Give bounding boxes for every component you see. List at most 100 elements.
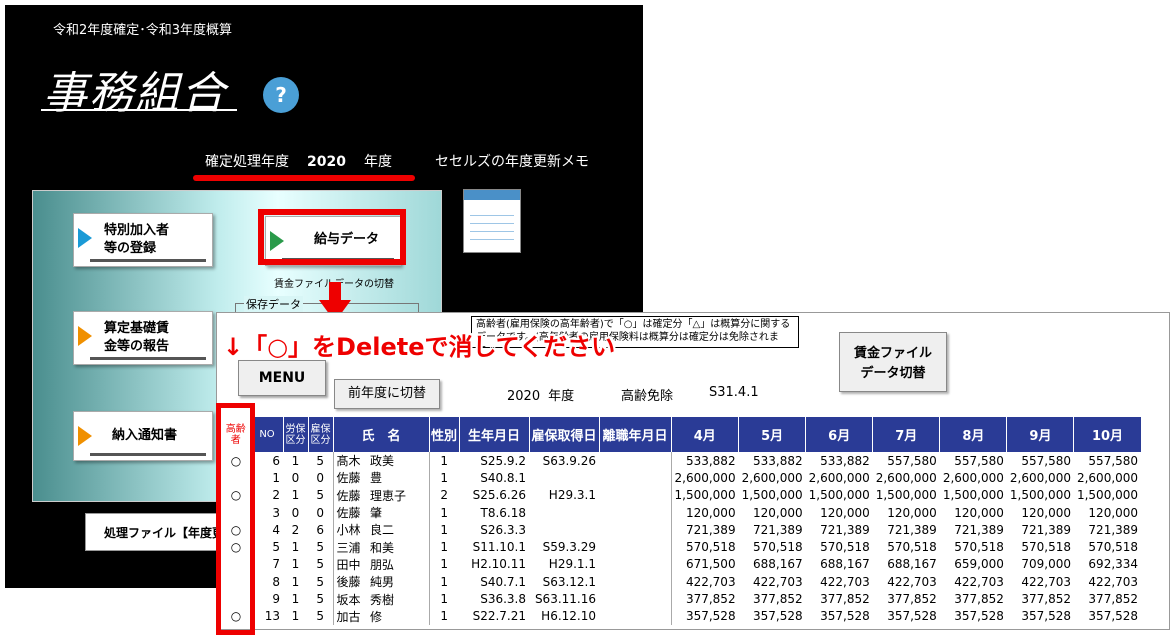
acquired-date-cell[interactable]: H6.12.10 [529, 608, 599, 625]
koho-cell[interactable]: 0 [308, 503, 334, 522]
month-salary-cell[interactable]: 422,703 [1007, 573, 1074, 590]
no-cell[interactable]: 4 [251, 521, 283, 538]
month-salary-cell[interactable]: 533,882 [671, 452, 739, 469]
left-date-cell[interactable] [599, 555, 672, 574]
birth-date-cell[interactable]: H2.10.11 [459, 556, 529, 573]
payment-notice-button[interactable]: 納入通知書 [73, 411, 213, 461]
surname-cell[interactable]: 髙木 [333, 452, 367, 469]
month-salary-cell[interactable]: 422,703 [806, 573, 873, 590]
surname-cell[interactable]: 坂本 [333, 590, 367, 607]
given-name-cell[interactable]: 和美 [367, 538, 430, 556]
given-name-cell[interactable]: 修 [367, 607, 430, 625]
surname-cell[interactable]: 後藤 [333, 573, 367, 590]
birth-date-cell[interactable]: T8.6.18 [459, 504, 529, 521]
no-cell[interactable]: 7 [251, 556, 283, 573]
given-name-cell[interactable]: 朋弘 [367, 555, 430, 574]
birth-date-cell[interactable]: S40.8.1 [459, 469, 529, 486]
month-salary-cell[interactable]: 721,389 [1007, 521, 1074, 538]
month-salary-cell[interactable]: 557,580 [1007, 452, 1074, 469]
sex-cell[interactable]: 1 [429, 538, 459, 555]
sex-cell[interactable]: 2 [429, 487, 459, 504]
given-name-cell[interactable]: 肇 [367, 503, 430, 522]
acquired-date-cell[interactable]: S59.3.29 [529, 538, 599, 555]
month-salary-cell[interactable]: 709,000 [1007, 556, 1074, 573]
month-salary-cell[interactable]: 2,600,000 [1007, 469, 1074, 486]
month-salary-cell[interactable]: 721,389 [940, 521, 1007, 538]
birth-date-cell[interactable]: S36.3.8 [459, 590, 529, 607]
month-salary-cell[interactable]: 120,000 [873, 504, 940, 521]
month-salary-cell[interactable]: 1,500,000 [940, 487, 1007, 504]
month-salary-cell[interactable]: 721,389 [1074, 521, 1141, 538]
acquired-date-cell[interactable]: H29.3.1 [529, 487, 599, 504]
month-salary-cell[interactable]: 688,167 [806, 556, 873, 573]
month-salary-cell[interactable]: 570,518 [806, 538, 873, 555]
acquired-date-cell[interactable] [529, 504, 599, 521]
menu-button[interactable]: MENU [238, 360, 326, 396]
surname-cell[interactable]: 三浦 [333, 538, 367, 555]
given-name-cell[interactable]: 純男 [367, 573, 430, 591]
birth-date-cell[interactable]: S22.7.21 [459, 608, 529, 625]
birth-date-cell[interactable]: S40.7.1 [459, 573, 529, 590]
month-salary-cell[interactable]: 422,703 [873, 573, 940, 590]
rouho-cell[interactable]: 1 [283, 556, 308, 573]
month-salary-cell[interactable]: 1,500,000 [671, 487, 739, 504]
month-salary-cell[interactable]: 377,852 [806, 590, 873, 607]
month-salary-cell[interactable]: 422,703 [1074, 573, 1141, 590]
month-salary-cell[interactable]: 1,500,000 [873, 487, 940, 504]
given-name-cell[interactable]: 政美 [367, 452, 430, 470]
month-salary-cell[interactable]: 120,000 [739, 504, 806, 521]
left-date-cell[interactable] [599, 486, 672, 504]
koho-cell[interactable]: 5 [308, 486, 334, 504]
month-salary-cell[interactable]: 570,518 [873, 538, 940, 555]
surname-cell[interactable]: 佐藤 [333, 487, 367, 504]
month-salary-cell[interactable]: 533,882 [806, 452, 873, 469]
month-salary-cell[interactable]: 357,528 [739, 608, 806, 625]
left-date-cell[interactable] [599, 521, 672, 539]
month-salary-cell[interactable]: 1,500,000 [806, 487, 873, 504]
month-salary-cell[interactable]: 2,600,000 [739, 469, 806, 486]
rouho-cell[interactable]: 1 [283, 573, 308, 590]
month-salary-cell[interactable]: 721,389 [739, 521, 806, 538]
month-salary-cell[interactable]: 357,528 [1074, 608, 1141, 625]
month-salary-cell[interactable]: 721,389 [806, 521, 873, 538]
surname-cell[interactable]: 小林 [333, 521, 367, 538]
surname-cell[interactable]: 加古 [333, 608, 367, 625]
acquired-date-cell[interactable] [529, 521, 599, 538]
month-salary-cell[interactable]: 570,518 [671, 538, 739, 555]
acquired-date-cell[interactable]: H29.1.1 [529, 556, 599, 573]
sex-cell[interactable]: 1 [429, 521, 459, 538]
processing-year-value[interactable]: 2020 [307, 154, 346, 170]
no-cell[interactable]: 3 [251, 504, 283, 521]
acquired-date-cell[interactable]: S63.11.16 [529, 590, 599, 607]
surname-cell[interactable]: 佐藤 [333, 469, 367, 486]
given-name-cell[interactable]: 豊 [367, 469, 430, 487]
month-salary-cell[interactable]: 2,600,000 [671, 469, 739, 486]
sex-cell[interactable]: 1 [429, 556, 459, 573]
month-salary-cell[interactable]: 688,167 [739, 556, 806, 573]
month-salary-cell[interactable]: 422,703 [940, 573, 1007, 590]
koho-cell[interactable]: 5 [308, 607, 334, 625]
month-salary-cell[interactable]: 533,882 [739, 452, 806, 469]
koho-cell[interactable]: 0 [308, 469, 334, 487]
month-salary-cell[interactable]: 377,852 [1007, 590, 1074, 607]
help-icon[interactable]: ? [263, 77, 299, 113]
month-salary-cell[interactable]: 570,518 [1007, 538, 1074, 555]
no-cell[interactable]: 5 [251, 538, 283, 555]
surname-cell[interactable]: 田中 [333, 556, 367, 573]
given-name-cell[interactable]: 秀樹 [367, 590, 430, 608]
month-salary-cell[interactable]: 570,518 [739, 538, 806, 555]
month-salary-cell[interactable]: 2,600,000 [940, 469, 1007, 486]
rouho-cell[interactable]: 1 [283, 590, 308, 607]
switch-previous-year-button[interactable]: 前年度に切替 [334, 379, 440, 409]
special-member-registration-button[interactable]: 特別加入者 等の登録 [73, 213, 213, 267]
month-salary-cell[interactable]: 377,852 [739, 590, 806, 607]
birth-date-cell[interactable]: S25.6.26 [459, 487, 529, 504]
month-salary-cell[interactable]: 557,580 [1074, 452, 1141, 469]
rouho-cell[interactable]: 0 [283, 469, 308, 486]
month-salary-cell[interactable]: 357,528 [671, 608, 739, 625]
rouho-cell[interactable]: 1 [283, 452, 308, 469]
month-salary-cell[interactable]: 688,167 [873, 556, 940, 573]
no-cell[interactable]: 2 [251, 487, 283, 504]
birth-date-cell[interactable]: S25.9.2 [459, 452, 529, 469]
month-salary-cell[interactable]: 377,852 [940, 590, 1007, 607]
